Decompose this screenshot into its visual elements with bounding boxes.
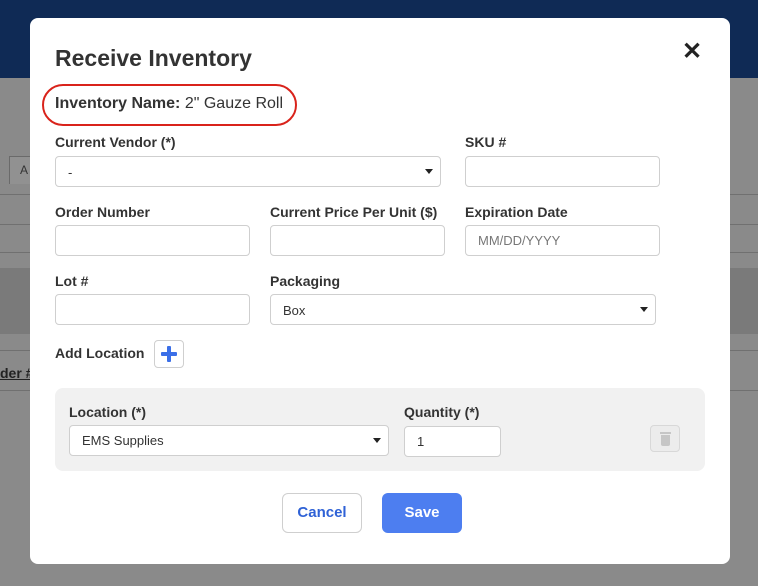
current-vendor-value: - <box>68 165 73 180</box>
expiration-date-input[interactable] <box>465 225 660 256</box>
background-column-header: der # <box>0 365 34 381</box>
save-button[interactable]: Save <box>382 493 462 533</box>
caret-down-icon <box>640 307 648 312</box>
lot-label: Lot # <box>55 273 89 289</box>
add-location-button[interactable] <box>154 340 184 368</box>
price-per-unit-input[interactable] <box>270 225 445 256</box>
modal-title: Receive Inventory <box>55 45 252 71</box>
location-select[interactable]: EMS Supplies <box>69 425 389 456</box>
location-label: Location (*) <box>69 404 146 420</box>
sku-input[interactable] <box>465 156 660 187</box>
packaging-select[interactable]: Box <box>270 294 656 325</box>
quantity-label: Quantity (*) <box>404 404 480 420</box>
caret-down-icon <box>373 438 381 443</box>
expiration-date-label: Expiration Date <box>465 204 568 220</box>
inventory-name-value: 2" Gauze Roll <box>184 95 283 112</box>
inventory-name: Inventory Name: 2" Gauze Roll <box>55 95 283 113</box>
cancel-button[interactable]: Cancel <box>282 493 362 533</box>
close-icon[interactable]: ✕ <box>681 40 703 64</box>
current-vendor-label: Current Vendor (*) <box>55 134 176 150</box>
packaging-label: Packaging <box>270 273 341 289</box>
add-location-label: Add Location <box>55 345 145 361</box>
sku-label: SKU # <box>465 134 507 150</box>
inventory-name-label: Inventory Name: <box>55 95 181 112</box>
quantity-input[interactable] <box>404 426 501 457</box>
caret-down-icon <box>425 169 433 174</box>
receive-inventory-modal: Receive Inventory ✕ Inventory Name: 2" G… <box>30 18 730 564</box>
delete-location-button[interactable] <box>650 425 680 452</box>
price-per-unit-label: Current Price Per Unit ($) <box>270 204 438 220</box>
order-number-input[interactable] <box>55 225 250 256</box>
packaging-value: Box <box>283 303 306 318</box>
order-number-label: Order Number <box>55 204 150 220</box>
location-value: EMS Supplies <box>82 433 164 448</box>
lot-input[interactable] <box>55 294 250 325</box>
current-vendor-select[interactable]: - <box>55 156 441 187</box>
